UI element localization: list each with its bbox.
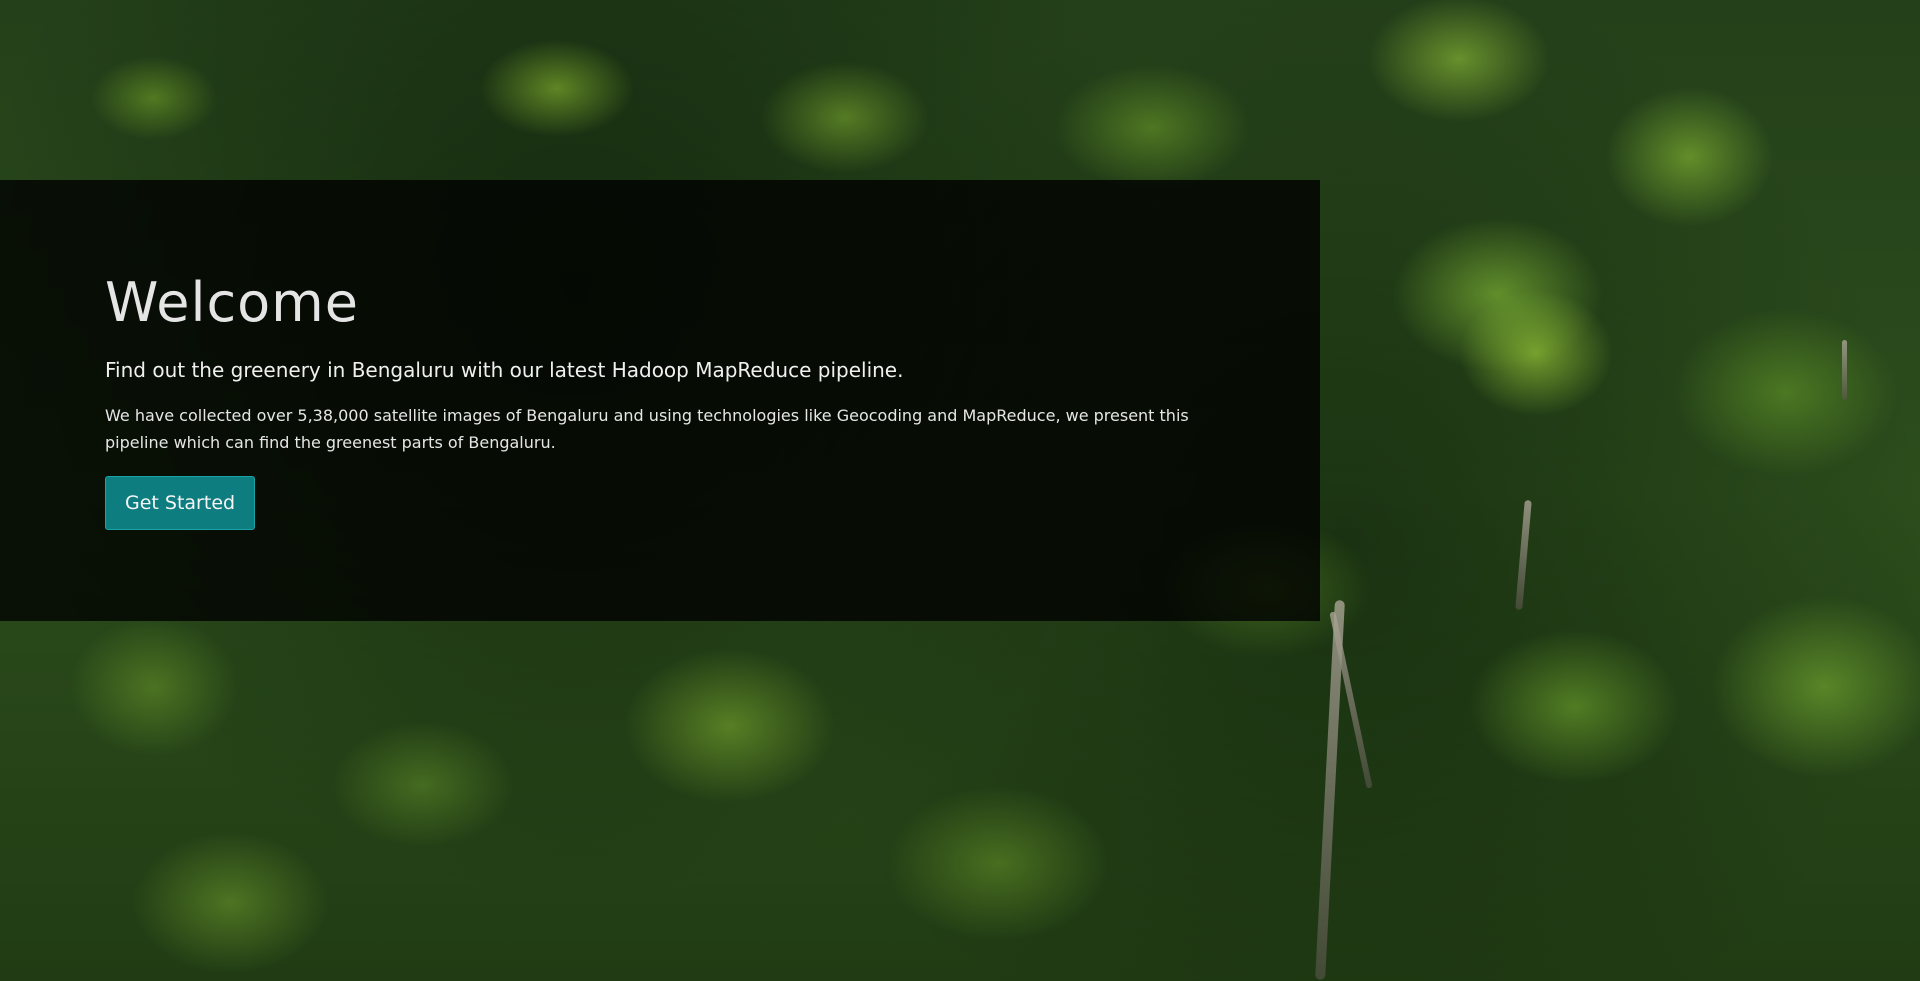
hero-description: We have collected over 5,38,000 satellit… [105, 406, 1189, 452]
get-started-button[interactable]: Get Started [105, 476, 256, 530]
hero-content: Welcome Find out the greenery in Bengalu… [105, 268, 1225, 530]
hero-lead-text: Find out the greenery in Bengaluru with … [105, 358, 904, 382]
hero-panel: Welcome Find out the greenery in Bengalu… [0, 180, 1320, 621]
tree-trunk-3 [1515, 499, 1532, 611]
tree-trunk-4 [1842, 340, 1847, 400]
hero-title: Welcome [105, 271, 360, 334]
